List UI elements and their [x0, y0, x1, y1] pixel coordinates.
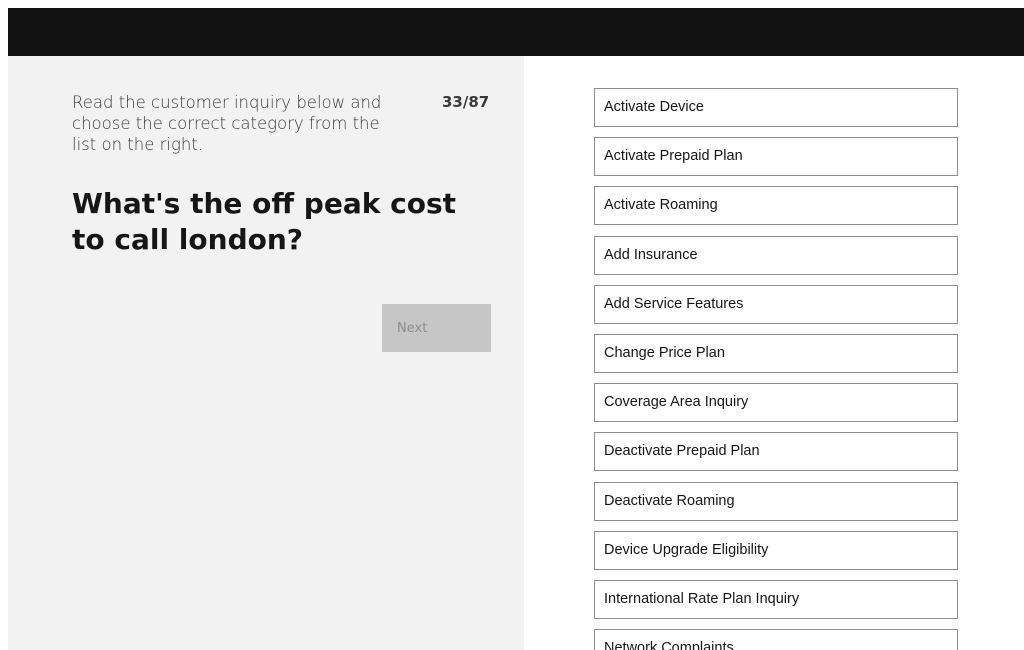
category-panel: Activate Device Activate Prepaid Plan Ac… [524, 56, 1024, 650]
top-header-bar [8, 8, 1024, 56]
app-frame: Read the customer inquiry below and choo… [0, 0, 1024, 650]
progress-counter: 33/87 [442, 93, 490, 111]
category-option-activate-device[interactable]: Activate Device [594, 88, 958, 127]
category-option-activate-roaming[interactable]: Activate Roaming [594, 186, 958, 226]
customer-inquiry: What's the off peak cost to call london? [72, 187, 456, 256]
category-option-coverage-area-inquiry[interactable]: Coverage Area Inquiry [594, 383, 958, 423]
left-edge-strip [0, 0, 8, 650]
category-option-deactivate-prepaid-plan[interactable]: Deactivate Prepaid Plan [594, 432, 958, 472]
category-option-add-insurance[interactable]: Add Insurance [594, 235, 958, 275]
category-list: Activate Device Activate Prepaid Plan Ac… [594, 88, 958, 650]
next-button[interactable]: Next [382, 304, 491, 352]
category-option-change-price-plan[interactable]: Change Price Plan [594, 333, 958, 373]
category-option-deactivate-roaming[interactable]: Deactivate Roaming [594, 481, 958, 521]
category-option-device-upgrade-eligibility[interactable]: Device Upgrade Eligibility [594, 530, 958, 570]
task-instructions: Read the customer inquiry below and choo… [72, 93, 382, 154]
category-option-network-complaints[interactable]: Network Complaints [594, 629, 958, 650]
question-panel: Read the customer inquiry below and choo… [8, 56, 524, 650]
category-option-add-service-features[interactable]: Add Service Features [594, 284, 958, 324]
category-option-international-rate-plan-inquiry[interactable]: International Rate Plan Inquiry [594, 579, 958, 619]
category-option-activate-prepaid-plan[interactable]: Activate Prepaid Plan [594, 137, 958, 177]
